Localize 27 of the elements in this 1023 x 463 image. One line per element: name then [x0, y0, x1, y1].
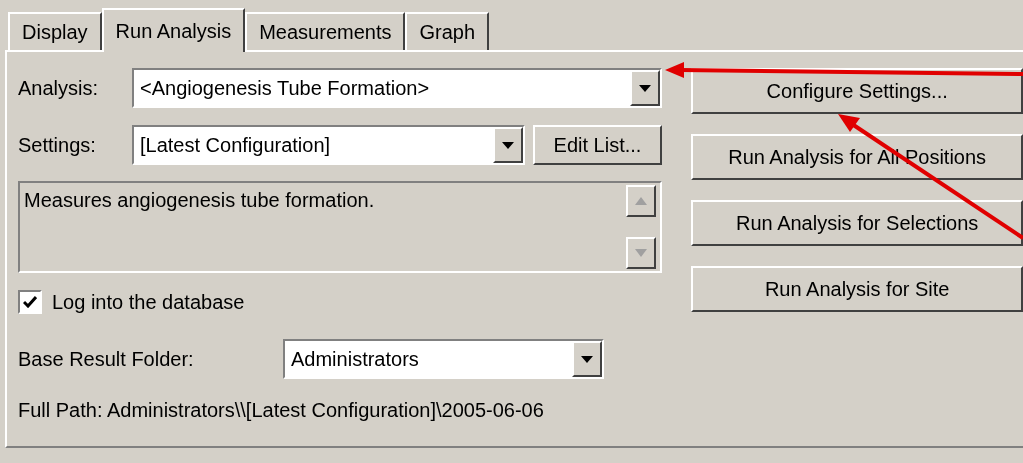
checkbox[interactable] [18, 290, 42, 314]
checkmark-icon [23, 296, 37, 308]
action-button[interactable]: Configure Settings... [691, 68, 1023, 114]
checkbox-label: Log into the database [52, 290, 245, 315]
dropdown-button[interactable] [493, 127, 523, 163]
field-label: Analysis: [18, 76, 100, 101]
action-button[interactable]: Run Analysis for Selections [691, 200, 1023, 246]
scroll-arrow-button[interactable] [626, 185, 656, 217]
field-label: Settings: [18, 133, 97, 158]
tab[interactable]: Measurements [245, 12, 406, 50]
dropdown-button[interactable] [572, 341, 602, 377]
full-path-text: Full Path: Administrators\\[Latest Configuration]\2005-06-06 [18, 398, 545, 423]
edit-list-button[interactable]: Edit List... [533, 125, 662, 165]
dropdown-button[interactable] [630, 70, 660, 106]
analysis-dropdown[interactable]: <Angiogenesis Tube Formation> [132, 68, 662, 108]
action-button[interactable]: Run Analysis for Site [691, 266, 1023, 312]
description-box[interactable]: Measures angiogenesis tube formation. [18, 181, 662, 273]
tab[interactable]: Graph [405, 12, 490, 50]
caret-icon [639, 84, 651, 92]
tab[interactable]: Run Analysis [101, 8, 246, 52]
tab[interactable]: Display [8, 12, 102, 50]
scroll-arrow-button[interactable] [626, 237, 656, 269]
field-label: Base Result Folder: [18, 347, 195, 372]
caret-icon [581, 355, 593, 363]
caret-icon [502, 141, 514, 149]
folder-dropdown[interactable]: Administrators [283, 339, 604, 379]
settings-dropdown[interactable]: [Latest Configuration] [132, 125, 525, 165]
